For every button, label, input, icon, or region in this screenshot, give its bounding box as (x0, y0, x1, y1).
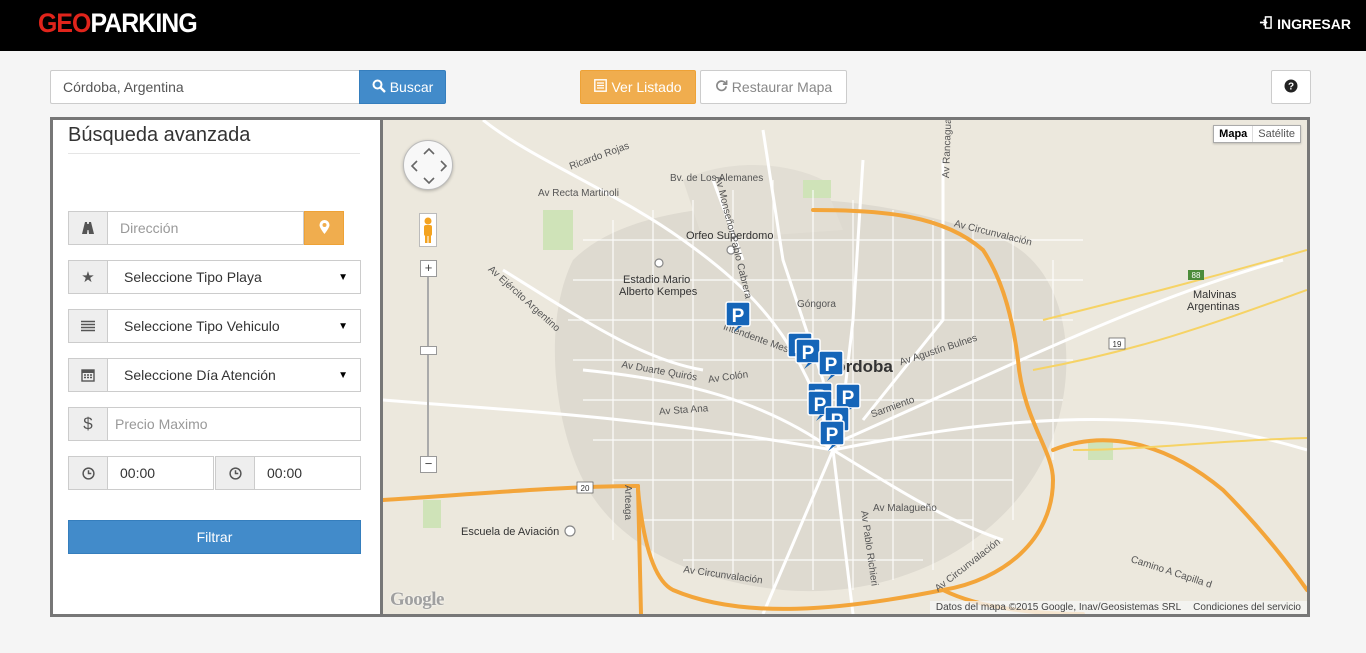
label-arteaga: Arteaga (622, 485, 633, 521)
map-type-map-button[interactable]: Mapa (1214, 126, 1252, 142)
search-icon (372, 79, 386, 96)
svg-text:P: P (732, 306, 745, 327)
advanced-search-panel: Búsqueda avanzada Dirección ★ Seleccione… (50, 117, 380, 617)
advanced-search-title: Búsqueda avanzada (68, 124, 360, 154)
locate-address-button[interactable] (304, 211, 344, 245)
list-lines-icon (68, 309, 108, 343)
tipo-vehiculo-field: Seleccione Tipo Vehiculo ▼ (68, 309, 361, 343)
map-type-control: Mapa Satélite (1213, 125, 1301, 143)
calendar-icon (68, 358, 108, 392)
svg-text:?: ? (1288, 81, 1294, 92)
svg-text:P: P (802, 343, 815, 364)
zoom-in-button[interactable]: + (420, 260, 437, 277)
tipo-vehiculo-select[interactable]: Seleccione Tipo Vehiculo ▼ (108, 309, 361, 343)
map-marker-icon (319, 219, 330, 237)
precio-maximo-input[interactable]: Precio Maximo (108, 407, 361, 441)
label-gongora: Góngora (797, 299, 836, 310)
route-88-label: 88 (1192, 271, 1201, 280)
precio-field: $ Precio Maximo (68, 407, 361, 441)
filter-button[interactable]: Filtrar (68, 520, 361, 554)
logo-part-geo: GEO (38, 8, 91, 38)
zoom-out-button[interactable]: − (420, 456, 437, 473)
parking-marker[interactable]: P (819, 420, 845, 452)
login-label: INGRESAR (1277, 16, 1351, 32)
help-button[interactable]: ? (1271, 70, 1311, 104)
google-logo[interactable]: Google (390, 589, 445, 611)
map-attribution: Datos del mapa ©2015 Google, Inav/Geosis… (929, 601, 1307, 614)
arrows-icon (410, 147, 448, 185)
search-button[interactable]: Buscar (359, 70, 446, 104)
street-view-pegman[interactable] (419, 213, 437, 247)
route-19-label: 19 (1113, 340, 1122, 349)
svg-text:P: P (826, 425, 839, 446)
map-type-satellite-button[interactable]: Satélite (1252, 126, 1300, 142)
terms-of-service-link[interactable]: Condiciones del servicio (1193, 602, 1301, 613)
route-20-label: 20 (581, 484, 590, 493)
dia-atencion-field: Seleccione Día Atención ▼ (68, 358, 361, 392)
hora-hasta-field: 00:00 (215, 456, 361, 490)
map-data-attribution: Datos del mapa ©2015 Google, Inav/Geosis… (935, 602, 1182, 613)
login-link[interactable]: INGRESAR (1259, 16, 1351, 32)
label-malvinas-line1: Malvinas (1193, 289, 1237, 301)
zoom-slider-track[interactable] (427, 270, 429, 460)
label-estadio-line1: Estadio Mario (623, 274, 691, 286)
address-field: Dirección (68, 211, 361, 245)
dia-atencion-select[interactable]: Seleccione Día Atención ▼ (108, 358, 361, 392)
label-estadio-line2: Alberto Kempes (619, 286, 698, 298)
parking-marker[interactable]: P (725, 301, 751, 333)
hora-desde-input[interactable]: 00:00 (108, 456, 214, 490)
geoparking-logo[interactable]: GEOPARKING (38, 8, 198, 39)
zoom-slider-handle[interactable] (420, 346, 437, 355)
map-view[interactable]: 88 19 20 Orfeo Superdomo Estadio Mario A… (380, 117, 1310, 617)
pegman-icon (424, 217, 432, 243)
reset-map-button[interactable]: Restaurar Mapa (700, 70, 847, 104)
clock-icon (68, 456, 108, 490)
label-escuela-aviacion: Escuela de Aviación (461, 526, 560, 538)
label-recta-martinoli: Av Recta Martinoli (538, 188, 619, 199)
tipo-playa-field: ★ Seleccione Tipo Playa ▼ (68, 260, 361, 294)
svg-text:P: P (825, 355, 838, 376)
star-icon: ★ (68, 260, 108, 294)
refresh-icon (715, 79, 728, 95)
search-button-label: Buscar (389, 79, 434, 95)
tipo-playa-select[interactable]: Seleccione Tipo Playa ▼ (108, 260, 361, 294)
question-circle-icon: ? (1284, 79, 1298, 96)
navbar: GEOPARKING INGRESAR (0, 0, 1366, 51)
tipo-playa-value: Seleccione Tipo Playa (124, 269, 262, 285)
hora-hasta-input[interactable]: 00:00 (255, 456, 361, 490)
road-icon (68, 211, 108, 245)
tipo-vehiculo-value: Seleccione Tipo Vehiculo (124, 318, 280, 334)
caret-down-icon: ▼ (338, 271, 348, 283)
location-search-input[interactable] (50, 70, 359, 104)
pan-control[interactable] (403, 140, 453, 190)
list-icon (594, 79, 608, 95)
dia-atencion-value: Seleccione Día Atención (124, 367, 276, 383)
label-malvinas-line2: Argentinas (1187, 301, 1240, 313)
clock-icon (215, 456, 255, 490)
caret-down-icon: ▼ (338, 369, 348, 381)
label-rancagua: Av Rancagua (941, 118, 955, 179)
reset-map-label: Restaurar Mapa (731, 79, 833, 95)
parking-marker[interactable]: P (818, 350, 844, 382)
label-malagueno: Av Malagueño (873, 503, 937, 514)
caret-down-icon: ▼ (338, 320, 348, 332)
view-list-button[interactable]: Ver Listado (580, 70, 696, 104)
logo-part-parking: PARKING (90, 8, 197, 38)
dollar-icon: $ (68, 407, 108, 441)
address-input[interactable]: Dirección (108, 211, 304, 245)
sign-in-icon (1259, 16, 1272, 32)
view-list-label: Ver Listado (611, 79, 682, 95)
hora-desde-field: 00:00 (68, 456, 214, 490)
